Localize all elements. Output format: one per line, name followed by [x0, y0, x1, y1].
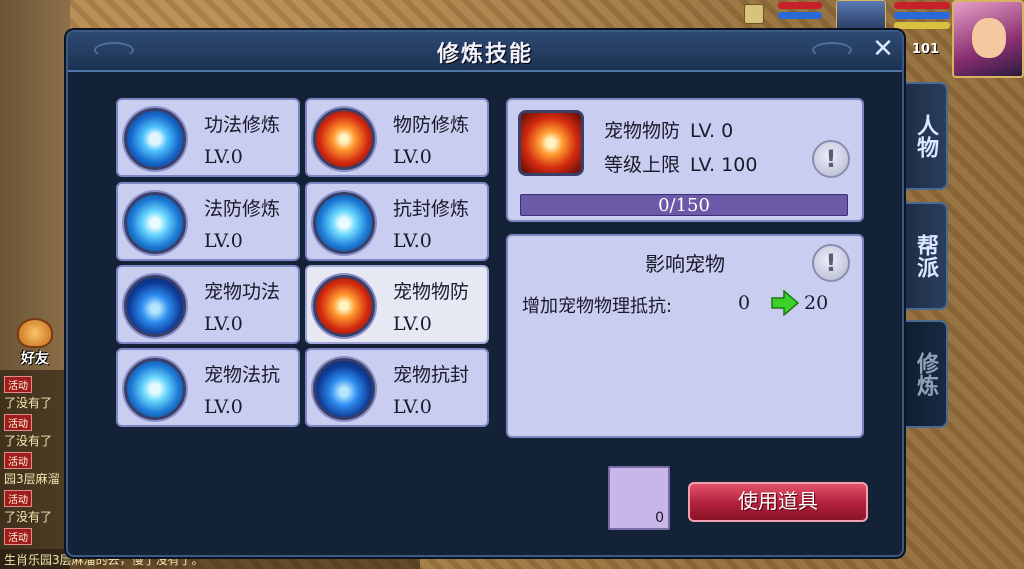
pet-physical-defense-icon: [313, 275, 375, 337]
skill-name: 宠物物防: [393, 281, 470, 303]
pet-kungfu-icon: [124, 275, 186, 337]
friends-button[interactable]: 好友: [10, 318, 60, 370]
pet-seal-resist-icon: [313, 358, 375, 420]
skill-name: 功法修炼: [204, 114, 281, 136]
skill-level: LV.0: [393, 230, 432, 252]
chat-line: 了没有了: [4, 510, 53, 524]
hp-bar: [778, 2, 822, 9]
chat-line: 活动: [4, 528, 32, 545]
physical-defense-icon: [313, 108, 375, 170]
skill-name: 宠物抗封: [393, 364, 470, 386]
skill-level: LV.0: [204, 146, 243, 168]
friends-label: 好友: [21, 351, 49, 367]
mp-bar: [778, 12, 822, 19]
skill-card[interactable]: 宠物抗封 LV.0: [305, 348, 489, 427]
tab-character[interactable]: 人物: [904, 82, 948, 190]
skill-name: 抗封修炼: [393, 198, 470, 220]
use-item-button[interactable]: 使用道具: [688, 482, 868, 522]
close-button[interactable]: ✕: [868, 35, 898, 65]
dialog-title: 修炼技能: [436, 42, 533, 67]
skill-card[interactable]: 抗封修炼 LV.0: [305, 182, 489, 261]
detail-skill-name: 宠物物防 LV. 0: [604, 120, 734, 142]
chat-line: 活动: [4, 490, 32, 507]
skill-name: 法防修炼: [204, 198, 281, 220]
chat-line: 活动: [4, 452, 32, 469]
skill-card[interactable]: 宠物功法 LV.0: [116, 265, 300, 344]
skill-level: LV.0: [204, 230, 243, 252]
skill-card-selected[interactable]: 宠物物防 LV.0: [305, 265, 489, 344]
info-icon: !: [825, 145, 837, 173]
skill-detail-panel: 宠物物防 LV. 0 等级上限 LV. 100 ! 0/150: [506, 98, 864, 222]
affect-stat-label: 增加宠物物理抵抗:: [522, 296, 673, 317]
close-icon: ✕: [872, 34, 894, 64]
info-icon: !: [825, 249, 837, 277]
affect-current-value: 0: [738, 292, 751, 314]
skill-level: LV.0: [393, 396, 432, 418]
pet-magic-resist-icon: [124, 358, 186, 420]
chat-line: 活动: [4, 376, 32, 393]
tab-label: 人物: [913, 114, 938, 158]
tab-guild[interactable]: 帮派: [904, 202, 948, 310]
calendar-icon[interactable]: [744, 4, 764, 24]
player-hp-bar: [894, 2, 950, 9]
info-button[interactable]: !: [812, 244, 850, 282]
avatar: [972, 18, 1006, 58]
kungfu-cultivation-icon: [124, 108, 186, 170]
player-level: 101: [912, 42, 940, 57]
chat-line: 了没有了: [4, 434, 53, 448]
dialog-header: 修炼技能 ✕: [68, 32, 902, 72]
tab-label: 帮派: [913, 234, 938, 278]
progress-text: 0/150: [658, 195, 710, 216]
magic-defense-icon: [124, 192, 186, 254]
player-exp-bar: [894, 22, 950, 29]
chat-line: 活动: [4, 414, 32, 431]
affect-next-value: 20: [804, 292, 829, 314]
affect-panel: 影响宠物 ! 增加宠物物理抵抗: 0 20: [506, 234, 864, 438]
info-button[interactable]: !: [812, 140, 850, 178]
seal-resist-icon: [313, 192, 375, 254]
affect-title: 影响宠物: [645, 252, 725, 276]
tab-label: 修炼: [913, 352, 938, 396]
chat-panel: 活动 了没有了 活动 了没有了 活动 园3层麻溜 活动 了没有了 活动: [0, 370, 70, 569]
arrow-right-icon: [771, 290, 800, 316]
tab-cultivation[interactable]: 修炼: [904, 320, 948, 428]
skill-card[interactable]: 功法修炼 LV.0: [116, 98, 300, 177]
skill-card[interactable]: 法防修炼 LV.0: [116, 182, 300, 261]
skill-name: 宠物功法: [204, 281, 281, 303]
skill-card[interactable]: 宠物法抗 LV.0: [116, 348, 300, 427]
skill-level: LV.0: [393, 313, 432, 335]
pet-physical-defense-icon: [518, 110, 584, 176]
pet-portrait[interactable]: [836, 0, 886, 30]
handshake-icon: [17, 318, 53, 348]
player-mp-bar: [894, 12, 950, 19]
skill-card[interactable]: 物防修炼 LV.0: [305, 98, 489, 177]
detail-level-cap: 等级上限 LV. 100: [604, 154, 758, 176]
skill-name: 宠物法抗: [204, 364, 281, 386]
player-portrait[interactable]: [952, 0, 1024, 78]
chat-line: 园3层麻溜: [4, 472, 60, 486]
exp-progress-bar: 0/150: [520, 194, 848, 216]
skill-level: LV.0: [204, 313, 243, 335]
skill-level: LV.0: [393, 146, 432, 168]
item-slot[interactable]: 0: [608, 466, 670, 530]
chat-line: 了没有了: [4, 396, 53, 410]
skill-level: LV.0: [204, 396, 243, 418]
item-count: 0: [655, 510, 664, 526]
skill-name: 物防修炼: [393, 114, 470, 136]
